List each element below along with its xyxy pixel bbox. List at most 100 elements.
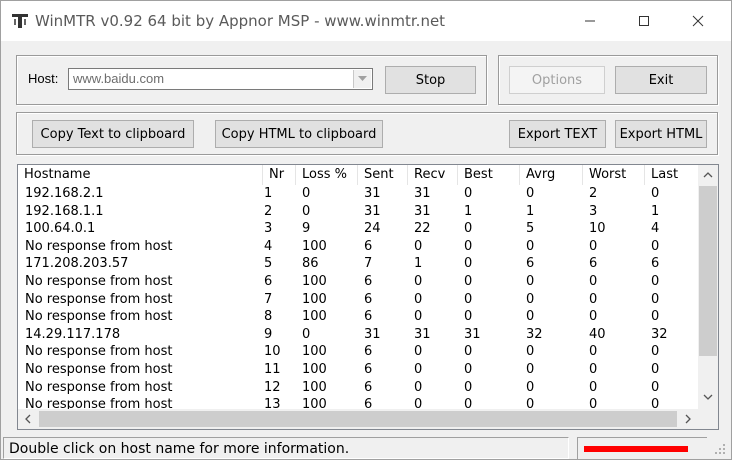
table-cell: 0: [302, 326, 311, 342]
table-row[interactable]: 100.64.0.1 3 9 24 22 0 5 10 4: [18, 220, 698, 238]
table-cell: 6: [651, 256, 660, 272]
column-header-loss[interactable]: Loss %: [296, 165, 358, 185]
table-cell: 6: [364, 309, 373, 325]
row-hostname[interactable]: 192.168.2.1: [25, 185, 104, 203]
scroll-down-button[interactable]: [698, 387, 718, 407]
table-cell: 0: [651, 361, 660, 377]
row-hostname[interactable]: 192.168.1.1: [25, 203, 104, 221]
trace-list[interactable]: Hostname Nr Loss % Sent Recv Best Avrg W…: [17, 164, 719, 430]
table-row[interactable]: No response from host 11 100 6 0 0 0 0 0: [18, 361, 698, 379]
redaction-mark: [584, 446, 688, 452]
table-cell: 6: [364, 273, 373, 289]
table-cell: 0: [526, 309, 535, 325]
table-cell: 0: [464, 186, 473, 201]
maximize-icon: [639, 16, 649, 26]
table-cell: 31: [414, 203, 431, 219]
table-cell: 9: [264, 326, 273, 342]
table-row[interactable]: No response from host 10 100 6 0 0 0 0 0: [18, 343, 698, 361]
column-header-best[interactable]: Best: [458, 165, 520, 185]
copy-text-button[interactable]: Copy Text to clipboard: [32, 120, 194, 148]
table-cell: 22: [414, 221, 431, 237]
scroll-left-button[interactable]: [18, 409, 38, 429]
column-header-nr[interactable]: Nr: [263, 165, 296, 185]
column-header-hostname[interactable]: Hostname: [18, 165, 263, 185]
table-cell: 0: [589, 344, 598, 360]
table-cell: 0: [414, 273, 423, 289]
options-button[interactable]: Options: [509, 66, 605, 94]
row-hostname[interactable]: No response from host: [25, 308, 172, 326]
table-row[interactable]: No response from host 6 100 6 0 0 0 0 0: [18, 273, 698, 291]
column-header-recv[interactable]: Recv: [408, 165, 458, 185]
table-cell: 31: [364, 326, 381, 342]
table-row[interactable]: 192.168.1.1 2 0 31 31 1 1 3 1: [18, 203, 698, 221]
table-cell: 100: [302, 379, 327, 395]
row-hostname[interactable]: 171.208.203.57: [25, 255, 128, 273]
status-pane-secondary: [577, 437, 707, 459]
export-html-button[interactable]: Export HTML: [615, 120, 707, 148]
resize-grip-icon[interactable]: [713, 441, 727, 457]
table-cell: 5: [526, 221, 535, 237]
table-cell: 6: [364, 379, 373, 395]
horizontal-scrollbar[interactable]: [18, 409, 698, 429]
row-hostname[interactable]: No response from host: [25, 396, 172, 409]
row-hostname[interactable]: 100.64.0.1: [25, 220, 95, 238]
table-cell: 10: [589, 221, 606, 237]
table-cell: 12: [264, 379, 281, 395]
table-cell: 13: [264, 397, 281, 409]
table-cell: 0: [589, 361, 598, 377]
host-value[interactable]: www.baidu.com: [73, 71, 164, 86]
row-hostname[interactable]: No response from host: [25, 238, 172, 256]
column-header-sent[interactable]: Sent: [358, 165, 408, 185]
table-cell: 0: [651, 309, 660, 325]
maximize-button[interactable]: [621, 1, 667, 41]
host-combobox[interactable]: www.baidu.com: [68, 68, 373, 90]
row-hostname[interactable]: No response from host: [25, 361, 172, 379]
table-cell: 0: [651, 291, 660, 307]
exit-button[interactable]: Exit: [615, 66, 707, 94]
table-cell: 0: [464, 238, 473, 254]
scroll-right-button[interactable]: [678, 409, 698, 429]
table-cell: 31: [414, 186, 431, 201]
table-cell: 0: [302, 186, 311, 201]
table-cell: 0: [414, 397, 423, 409]
row-hostname[interactable]: No response from host: [25, 273, 172, 291]
close-button[interactable]: [675, 1, 721, 41]
table-row[interactable]: 14.29.117.178 9 0 31 31 31 32 40 32: [18, 326, 698, 344]
table-row[interactable]: No response from host 12 100 6 0 0 0 0 0: [18, 379, 698, 397]
minimize-button[interactable]: [567, 1, 613, 41]
table-cell: 100: [302, 238, 327, 254]
table-cell: 100: [302, 361, 327, 377]
column-header-avrg[interactable]: Avrg: [520, 165, 583, 185]
title-bar[interactable]: WinMTR v0.92 64 bit by Appnor MSP - www.…: [1, 1, 731, 41]
vertical-scrollbar[interactable]: [698, 165, 718, 409]
row-hostname[interactable]: No response from host: [25, 379, 172, 397]
chevron-down-icon: [358, 76, 367, 81]
table-cell: 3: [264, 221, 273, 237]
stop-button[interactable]: Stop: [385, 66, 476, 94]
table-row[interactable]: No response from host 8 100 6 0 0 0 0 0: [18, 308, 698, 326]
table-cell: 31: [364, 186, 381, 201]
table-row[interactable]: No response from host 7 100 6 0 0 0 0 0: [18, 291, 698, 309]
table-row[interactable]: 192.168.2.1 1 0 31 31 0 0 2 0: [18, 185, 698, 203]
table-row[interactable]: No response from host 4 100 6 0 0 0 0 0: [18, 238, 698, 256]
export-text-button[interactable]: Export TEXT: [509, 120, 606, 148]
table-cell: 2: [264, 203, 273, 219]
column-header-worst[interactable]: Worst: [583, 165, 645, 185]
copy-html-button[interactable]: Copy HTML to clipboard: [215, 120, 383, 148]
row-hostname[interactable]: No response from host: [25, 343, 172, 361]
table-cell: 0: [651, 273, 660, 289]
table-row[interactable]: No response from host 13 100 6 0 0 0 0 0: [18, 396, 698, 409]
row-hostname[interactable]: No response from host: [25, 291, 172, 309]
horizontal-scroll-thumb[interactable]: [39, 411, 677, 427]
row-hostname[interactable]: 14.29.117.178: [25, 326, 120, 344]
table-row[interactable]: 171.208.203.57 5 86 7 1 0 6 6 6: [18, 255, 698, 273]
table-cell: 100: [302, 397, 327, 409]
scroll-up-button[interactable]: [698, 165, 718, 185]
combo-dropdown-button[interactable]: [353, 70, 371, 88]
table-cell: 0: [464, 291, 473, 307]
table-cell: 86: [302, 256, 319, 272]
table-cell: 0: [414, 361, 423, 377]
table-cell: 7: [264, 291, 273, 307]
column-header-last[interactable]: Last: [645, 165, 698, 185]
vertical-scroll-thumb[interactable]: [699, 186, 717, 356]
